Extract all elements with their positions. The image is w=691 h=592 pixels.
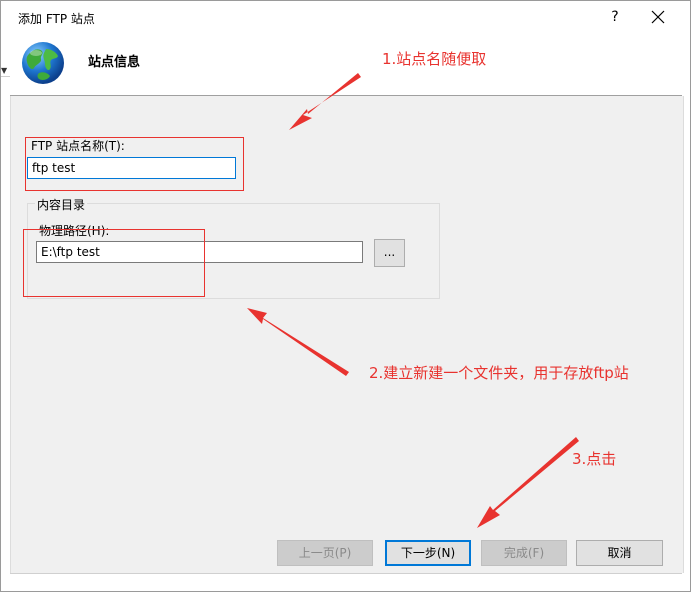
arrow-3-icon bbox=[477, 437, 579, 528]
bottom-strip bbox=[1, 574, 690, 591]
add-ftp-site-dialog: 添加 FTP 站点 ? 站点信息 ▼ FTP 站点名称(T): ftp test… bbox=[0, 0, 691, 592]
arrow-2-icon bbox=[247, 308, 349, 376]
cancel-button[interactable]: 取消 bbox=[576, 540, 663, 566]
previous-button[interactable]: 上一页(P) bbox=[277, 540, 373, 566]
arrow-1-icon bbox=[289, 73, 361, 130]
annotation-arrows bbox=[247, 73, 579, 528]
next-button[interactable]: 下一步(N) bbox=[385, 540, 471, 566]
finish-button[interactable]: 完成(F) bbox=[481, 540, 567, 566]
